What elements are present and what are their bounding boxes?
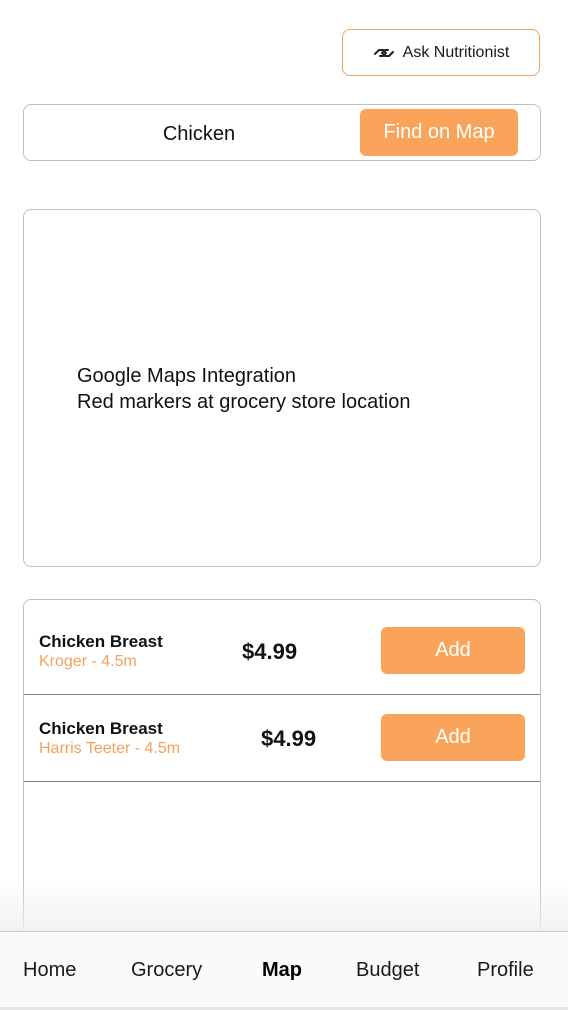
map-placeholder-line-1: Google Maps Integration: [77, 365, 297, 387]
ask-nutritionist-label: Ask Nutritionist: [402, 43, 510, 61]
nav-item-budget[interactable]: Budget: [356, 959, 419, 982]
ask-nutritionist-button[interactable]: Ask Nutritionist: [342, 29, 540, 76]
item-price: $4.99: [261, 726, 317, 751]
list-item: Chicken Breast Kroger - 4.5m $4.99 Add: [24, 607, 540, 695]
search-input[interactable]: [32, 113, 366, 155]
nav-item-home[interactable]: Home: [23, 959, 76, 982]
handshake-icon: [373, 46, 395, 60]
item-store: Harris Teeter - 4.5m: [39, 740, 181, 757]
add-button[interactable]: Add: [381, 714, 525, 761]
nav-item-grocery[interactable]: Grocery: [131, 959, 202, 982]
map-placeholder-text: Google Maps Integration Red markers at g…: [77, 363, 410, 415]
item-name: Chicken Breast: [39, 719, 163, 738]
nav-item-profile[interactable]: Profile: [477, 959, 534, 982]
results-list: Chicken Breast Kroger - 4.5m $4.99 Add C…: [23, 599, 541, 959]
add-button[interactable]: Add: [381, 627, 525, 674]
map-view[interactable]: Google Maps Integration Red markers at g…: [23, 209, 541, 567]
item-price: $4.99: [242, 639, 298, 664]
map-placeholder-line-2: Red markers at grocery store location: [77, 391, 411, 413]
search-bar: Find on Map: [23, 104, 541, 161]
list-item: Chicken Breast Harris Teeter - 4.5m $4.9…: [24, 694, 540, 782]
item-store: Kroger - 4.5m: [39, 653, 137, 670]
item-name: Chicken Breast: [39, 632, 163, 651]
nav-item-map[interactable]: Map: [262, 959, 302, 982]
bottom-nav: Home Grocery Map Budget Profile: [0, 931, 568, 1010]
find-on-map-button[interactable]: Find on Map: [360, 109, 518, 156]
